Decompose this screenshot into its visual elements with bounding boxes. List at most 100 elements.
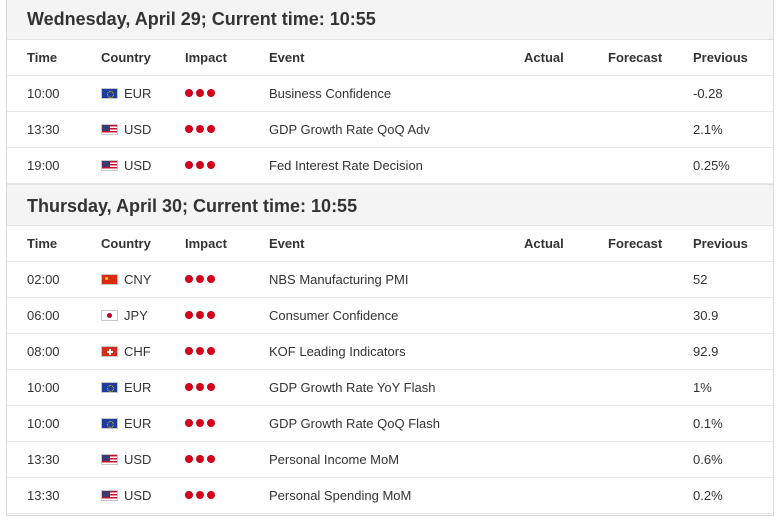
country-code: JPY <box>124 308 148 323</box>
impact-indicator <box>185 347 218 356</box>
impact-dot-icon <box>185 347 193 355</box>
event-time: 08:00 <box>27 344 60 359</box>
column-time[interactable]: Time <box>27 226 57 261</box>
table-row[interactable]: 13:30 USD GDP Growth Rate QoQ Adv 2.1% <box>7 112 773 148</box>
event-previous: 1% <box>693 380 712 395</box>
event-previous: 0.2% <box>693 488 723 503</box>
event-previous: 92.9 <box>693 344 719 359</box>
column-actual[interactable]: Actual <box>524 226 564 261</box>
day-header-wednesday: Wednesday, April 29; Current time: 10:55 <box>7 0 773 40</box>
eu-flag-icon <box>101 418 118 429</box>
impact-dot-icon <box>185 419 193 427</box>
table-row[interactable]: 13:30 USD Personal Income MoM 0.6% <box>7 442 773 478</box>
event-previous: 52 <box>693 272 708 287</box>
impact-indicator <box>185 89 218 98</box>
impact-dot-icon <box>207 275 215 283</box>
column-event[interactable]: Event <box>269 40 304 75</box>
table-row[interactable]: 02:00 CNY NBS Manufacturing PMI 52 <box>7 262 773 298</box>
impact-indicator <box>185 275 218 284</box>
table-row[interactable]: 13:30 USD Personal Spending MoM 0.2% <box>7 478 773 514</box>
impact-dot-icon <box>196 455 204 463</box>
column-time[interactable]: Time <box>27 40 57 75</box>
event-name[interactable]: Business Confidence <box>269 76 391 111</box>
day-header-thursday: Thursday, April 30; Current time: 10:55 <box>7 184 773 226</box>
cn-flag-icon <box>101 274 118 285</box>
event-name[interactable]: Fed Interest Rate Decision <box>269 148 423 183</box>
impact-dot-icon <box>185 455 193 463</box>
impact-indicator <box>185 491 218 500</box>
event-previous: 0.25% <box>693 158 730 173</box>
impact-dot-icon <box>207 491 215 499</box>
event-previous: 2.1% <box>693 122 723 137</box>
column-impact[interactable]: Impact <box>185 226 227 261</box>
event-name[interactable]: KOF Leading Indicators <box>269 334 406 369</box>
event-time: 19:00 <box>27 158 60 173</box>
event-time: 13:30 <box>27 122 60 137</box>
economic-calendar: Wednesday, April 29; Current time: 10:55… <box>6 0 774 516</box>
ch-flag-icon <box>101 346 118 357</box>
us-flag-icon <box>101 124 118 135</box>
column-country[interactable]: Country <box>101 40 151 75</box>
column-header-row: Time Country Impact Event Actual Forecas… <box>7 40 773 76</box>
country-code: USD <box>124 452 152 467</box>
day-event-list: 02:00 CNY NBS Manufacturing PMI 52 06:00 JPY C… <box>7 262 773 514</box>
impact-dot-icon <box>185 275 193 283</box>
column-previous[interactable]: Previous <box>693 226 748 261</box>
column-previous[interactable]: Previous <box>693 40 748 75</box>
impact-dot-icon <box>207 347 215 355</box>
event-name[interactable]: Consumer Confidence <box>269 298 398 333</box>
event-time: 10:00 <box>27 86 60 101</box>
impact-dot-icon <box>196 275 204 283</box>
event-time: 10:00 <box>27 380 60 395</box>
jp-flag-icon <box>101 310 118 321</box>
impact-dot-icon <box>185 383 193 391</box>
impact-dot-icon <box>185 125 193 133</box>
impact-indicator <box>185 311 218 320</box>
table-row[interactable]: 10:00 EUR Business Confidence -0.28 <box>7 76 773 112</box>
impact-dot-icon <box>185 311 193 319</box>
table-row[interactable]: 08:00 CHF KOF Leading Indicators 92.9 <box>7 334 773 370</box>
eu-flag-icon <box>101 88 118 99</box>
impact-dot-icon <box>196 491 204 499</box>
impact-dot-icon <box>196 125 204 133</box>
event-previous: -0.28 <box>693 86 723 101</box>
impact-indicator <box>185 419 218 428</box>
event-time: 13:30 <box>27 488 60 503</box>
column-country[interactable]: Country <box>101 226 151 261</box>
table-row[interactable]: 10:00 EUR GDP Growth Rate QoQ Flash 0.1% <box>7 406 773 442</box>
event-name[interactable]: Personal Income MoM <box>269 442 399 477</box>
column-forecast[interactable]: Forecast <box>608 226 662 261</box>
impact-dot-icon <box>185 89 193 97</box>
column-header-row: Time Country Impact Event Actual Forecas… <box>7 226 773 262</box>
impact-dot-icon <box>185 491 193 499</box>
event-name[interactable]: GDP Growth Rate QoQ Flash <box>269 406 440 441</box>
column-event[interactable]: Event <box>269 226 304 261</box>
table-row[interactable]: 06:00 JPY Consumer Confidence 30.9 <box>7 298 773 334</box>
table-row[interactable]: 10:00 EUR GDP Growth Rate YoY Flash 1% <box>7 370 773 406</box>
event-name[interactable]: GDP Growth Rate QoQ Adv <box>269 112 430 147</box>
event-name[interactable]: Personal Spending MoM <box>269 478 411 513</box>
column-actual[interactable]: Actual <box>524 40 564 75</box>
country-code: USD <box>124 158 152 173</box>
impact-indicator <box>185 161 218 170</box>
event-time: 10:00 <box>27 416 60 431</box>
country-code: USD <box>124 122 152 137</box>
country-code: USD <box>124 488 152 503</box>
column-impact[interactable]: Impact <box>185 40 227 75</box>
event-time: 02:00 <box>27 272 60 287</box>
event-name[interactable]: GDP Growth Rate YoY Flash <box>269 370 435 405</box>
impact-indicator <box>185 383 218 392</box>
impact-dot-icon <box>207 455 215 463</box>
event-name[interactable]: NBS Manufacturing PMI <box>269 262 408 297</box>
country-code: EUR <box>124 416 152 431</box>
us-flag-icon <box>101 490 118 501</box>
impact-indicator <box>185 455 218 464</box>
column-forecast[interactable]: Forecast <box>608 40 662 75</box>
impact-indicator <box>185 125 218 134</box>
impact-dot-icon <box>196 161 204 169</box>
impact-dot-icon <box>196 419 204 427</box>
impact-dot-icon <box>207 419 215 427</box>
event-time: 13:30 <box>27 452 60 467</box>
table-row[interactable]: 19:00 USD Fed Interest Rate Decision 0.25% <box>7 148 773 184</box>
country-code: EUR <box>124 86 152 101</box>
